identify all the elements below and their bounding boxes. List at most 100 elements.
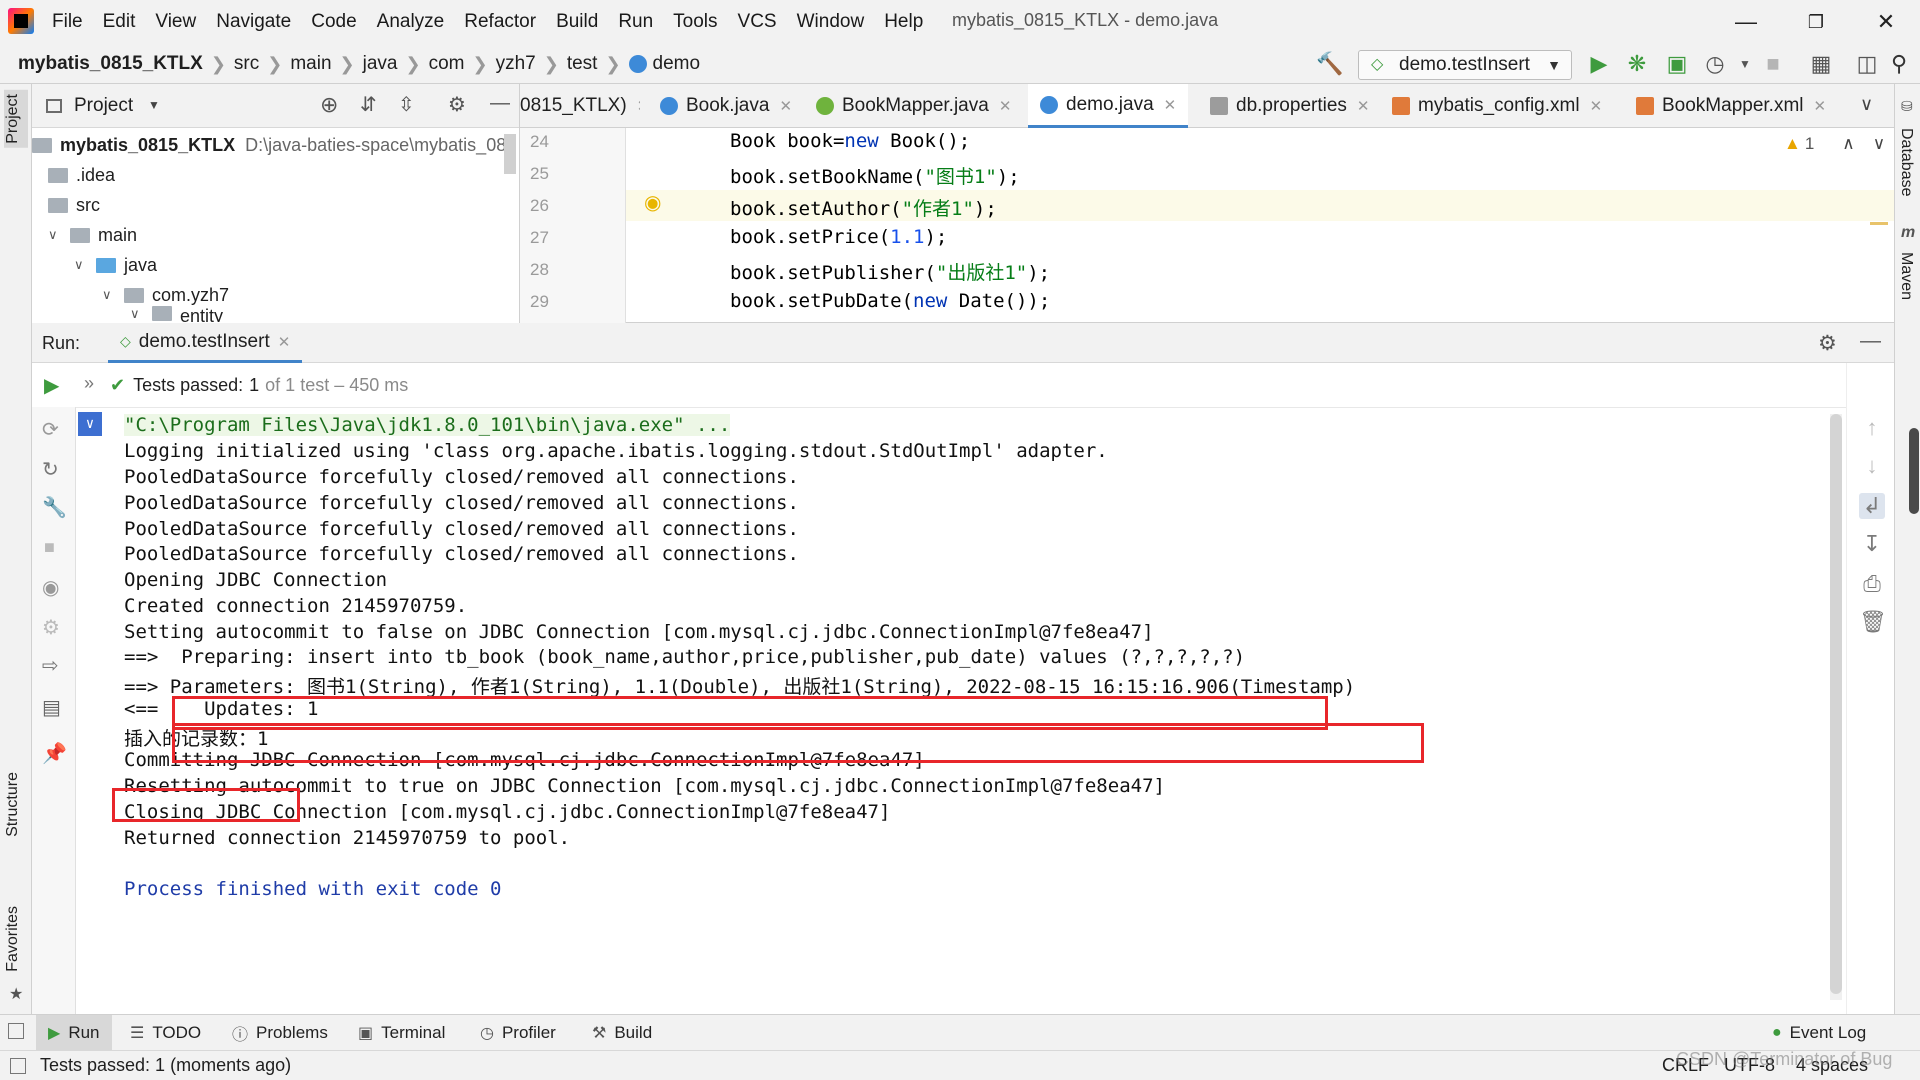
close-icon[interactable]: ✕ — [1814, 97, 1827, 115]
run-configuration-select[interactable]: ◇ demo.testInsert ▼ — [1358, 50, 1572, 80]
crumb-main[interactable]: main — [290, 53, 331, 75]
chevron-down-icon[interactable]: ▼ — [148, 98, 160, 112]
rerun-icon[interactable]: ▶ — [44, 373, 59, 398]
restore-button[interactable]: ❐ — [1796, 6, 1836, 38]
down-arrow-icon[interactable]: ↓ — [1859, 453, 1885, 479]
tool-window-problems[interactable]: ⓘ Problems — [232, 1015, 328, 1051]
camera-icon[interactable]: ◉ — [42, 575, 59, 600]
tool-window-terminal[interactable]: ▣ Terminal — [358, 1015, 445, 1051]
build-hammer-icon[interactable]: 🔨 — [1316, 52, 1343, 76]
close-icon[interactable]: ✕ — [1357, 97, 1370, 115]
database-tool-button[interactable]: Database — [1897, 128, 1915, 197]
tab-demo-java[interactable]: demo.java ✕ — [1028, 84, 1189, 128]
lightbulb-icon[interactable]: ◉ — [644, 190, 661, 215]
crumb-com[interactable]: com — [429, 53, 465, 75]
pin-icon[interactable]: 📌 — [42, 741, 67, 766]
tool-window-todo[interactable]: ☰ TODO — [130, 1015, 201, 1051]
previous-highlight-icon[interactable]: ∧ — [1842, 134, 1854, 154]
tab-project-file[interactable]: 0815_KTLX) ✕ — [520, 84, 640, 128]
menu-build[interactable]: Build — [556, 11, 598, 33]
trash-icon[interactable]: 🗑 — [1859, 609, 1887, 635]
settings-icon[interactable]: ⚙ — [42, 615, 60, 640]
menu-refactor[interactable]: Refactor — [464, 11, 536, 33]
tab-db-properties[interactable]: db.properties ✕ — [1210, 84, 1369, 128]
chevron-down-icon[interactable]: ∨ — [1860, 94, 1873, 115]
error-stripe-mark[interactable] — [1870, 222, 1888, 225]
crumb-java[interactable]: java — [363, 53, 398, 75]
toggle-auto-test-icon[interactable]: ↻ — [42, 457, 59, 482]
favorites-tool-button[interactable]: Favorites — [4, 906, 22, 972]
locate-icon[interactable]: ⊕ — [320, 92, 338, 118]
search-icon[interactable]: ⚲ — [1886, 52, 1912, 76]
close-icon[interactable]: ✕ — [637, 97, 640, 115]
menu-run[interactable]: Run — [618, 11, 653, 33]
vertical-scrollbar[interactable] — [504, 134, 516, 174]
tree-item-src[interactable]: src — [48, 190, 100, 220]
tool-window-event-log[interactable]: ● Event Log — [1772, 1015, 1866, 1051]
tree-item-idea[interactable]: .idea — [48, 160, 115, 190]
chevron-down-icon[interactable]: ∨ — [130, 306, 144, 322]
structure-tool-button[interactable]: Structure — [4, 772, 22, 837]
status-panel-icon[interactable] — [10, 1058, 26, 1074]
close-icon[interactable]: ✕ — [1164, 96, 1177, 114]
close-icon[interactable]: ✕ — [1590, 97, 1603, 115]
profile-icon[interactable]: ◷ — [1702, 52, 1728, 76]
print-icon[interactable]: ⎙ — [1859, 571, 1885, 597]
close-icon[interactable]: ✕ — [278, 333, 291, 351]
tab-book-java[interactable]: Book.java ✕ — [660, 84, 792, 128]
coverage-icon[interactable]: ▣ — [1664, 52, 1690, 76]
run-tab-demo-testinsert[interactable]: ◇ demo.testInsert ✕ — [108, 323, 303, 363]
console-scroll-thumb[interactable] — [1830, 414, 1842, 994]
tool-window-run[interactable]: ▶ Run — [36, 1015, 112, 1051]
menu-help[interactable]: Help — [884, 11, 923, 33]
hide-panel-icon[interactable]: — — [490, 92, 510, 115]
crumb-yzh7[interactable]: yzh7 — [496, 53, 536, 75]
close-icon[interactable]: ✕ — [999, 97, 1012, 115]
tab-bookmapper-java[interactable]: BookMapper.java ✕ — [816, 84, 1011, 128]
code-editor[interactable]: 24 25 26 27 28 29 ◉ Book book=new Book()… — [520, 128, 1894, 323]
collapse-tree-icon[interactable]: ∨ — [78, 412, 102, 436]
up-arrow-icon[interactable]: ↑ — [1859, 415, 1885, 441]
menu-vcs[interactable]: VCS — [738, 11, 777, 33]
tab-mybatis-config-xml[interactable]: mybatis_config.xml ✕ — [1392, 84, 1602, 128]
tree-item-entity[interactable]: ∨ entity — [130, 306, 223, 322]
tool-window-build[interactable]: ⚒ Build — [592, 1015, 652, 1051]
menu-code[interactable]: Code — [311, 11, 356, 33]
expand-all-icon[interactable]: ⇵ — [360, 92, 377, 117]
chevron-down-icon[interactable]: ∨ — [74, 257, 88, 273]
minimize-button[interactable]: — — [1726, 6, 1766, 38]
toggle-tool-windows-icon[interactable] — [8, 1023, 24, 1039]
chevron-down-icon[interactable]: ∨ — [102, 287, 116, 303]
scroll-to-end-icon[interactable]: ↧ — [1859, 531, 1885, 557]
more-run-chevron-icon[interactable]: ▼ — [1732, 52, 1758, 76]
tree-item-java[interactable]: ∨ java — [74, 250, 157, 280]
tree-root[interactable]: mybatis_0815_KTLX D:\java-baties-space\m… — [32, 130, 506, 160]
status-message[interactable]: Tests passed: 1 (moments ago) — [40, 1055, 291, 1076]
project-tool-button[interactable]: Project — [4, 90, 28, 148]
close-window-button[interactable]: ✕ — [1866, 6, 1906, 38]
soft-wrap-icon[interactable]: ↲ — [1859, 493, 1885, 519]
rerun-failed-icon[interactable]: ⟳ — [42, 417, 59, 442]
project-structure-icon[interactable]: ▦ — [1808, 52, 1834, 76]
menu-window[interactable]: Window — [797, 11, 865, 33]
menu-analyze[interactable]: Analyze — [377, 11, 445, 33]
console-scrollbar-track[interactable] — [1830, 414, 1842, 1000]
menu-edit[interactable]: Edit — [103, 11, 136, 33]
layout-icon[interactable]: ▤ — [42, 695, 61, 720]
inspection-widget[interactable]: ▲ 1 ∧ ∨ — [1784, 134, 1885, 154]
crumb-src[interactable]: src — [234, 53, 259, 75]
menu-navigate[interactable]: Navigate — [216, 11, 291, 33]
menu-tools[interactable]: Tools — [673, 11, 717, 33]
console-output[interactable]: ∨ "C:\Program Files\Java\jdk1.8.0_101\bi… — [76, 407, 1846, 1014]
wrench-icon[interactable]: 🔧 — [42, 495, 67, 520]
tab-bookmapper-xml[interactable]: BookMapper.xml ✕ — [1636, 84, 1826, 128]
close-icon[interactable]: ✕ — [779, 97, 792, 115]
gear-icon[interactable]: ⚙ — [1818, 331, 1837, 356]
chevron-down-icon[interactable]: ∨ — [48, 227, 62, 243]
menu-view[interactable]: View — [155, 11, 196, 33]
scroll-thumb[interactable] — [1909, 428, 1919, 514]
menu-file[interactable]: File — [52, 11, 83, 33]
hide-panel-icon[interactable]: — — [1860, 329, 1881, 353]
crumb-test[interactable]: test — [567, 53, 598, 75]
collapse-all-icon[interactable]: ⇳ — [398, 92, 415, 117]
